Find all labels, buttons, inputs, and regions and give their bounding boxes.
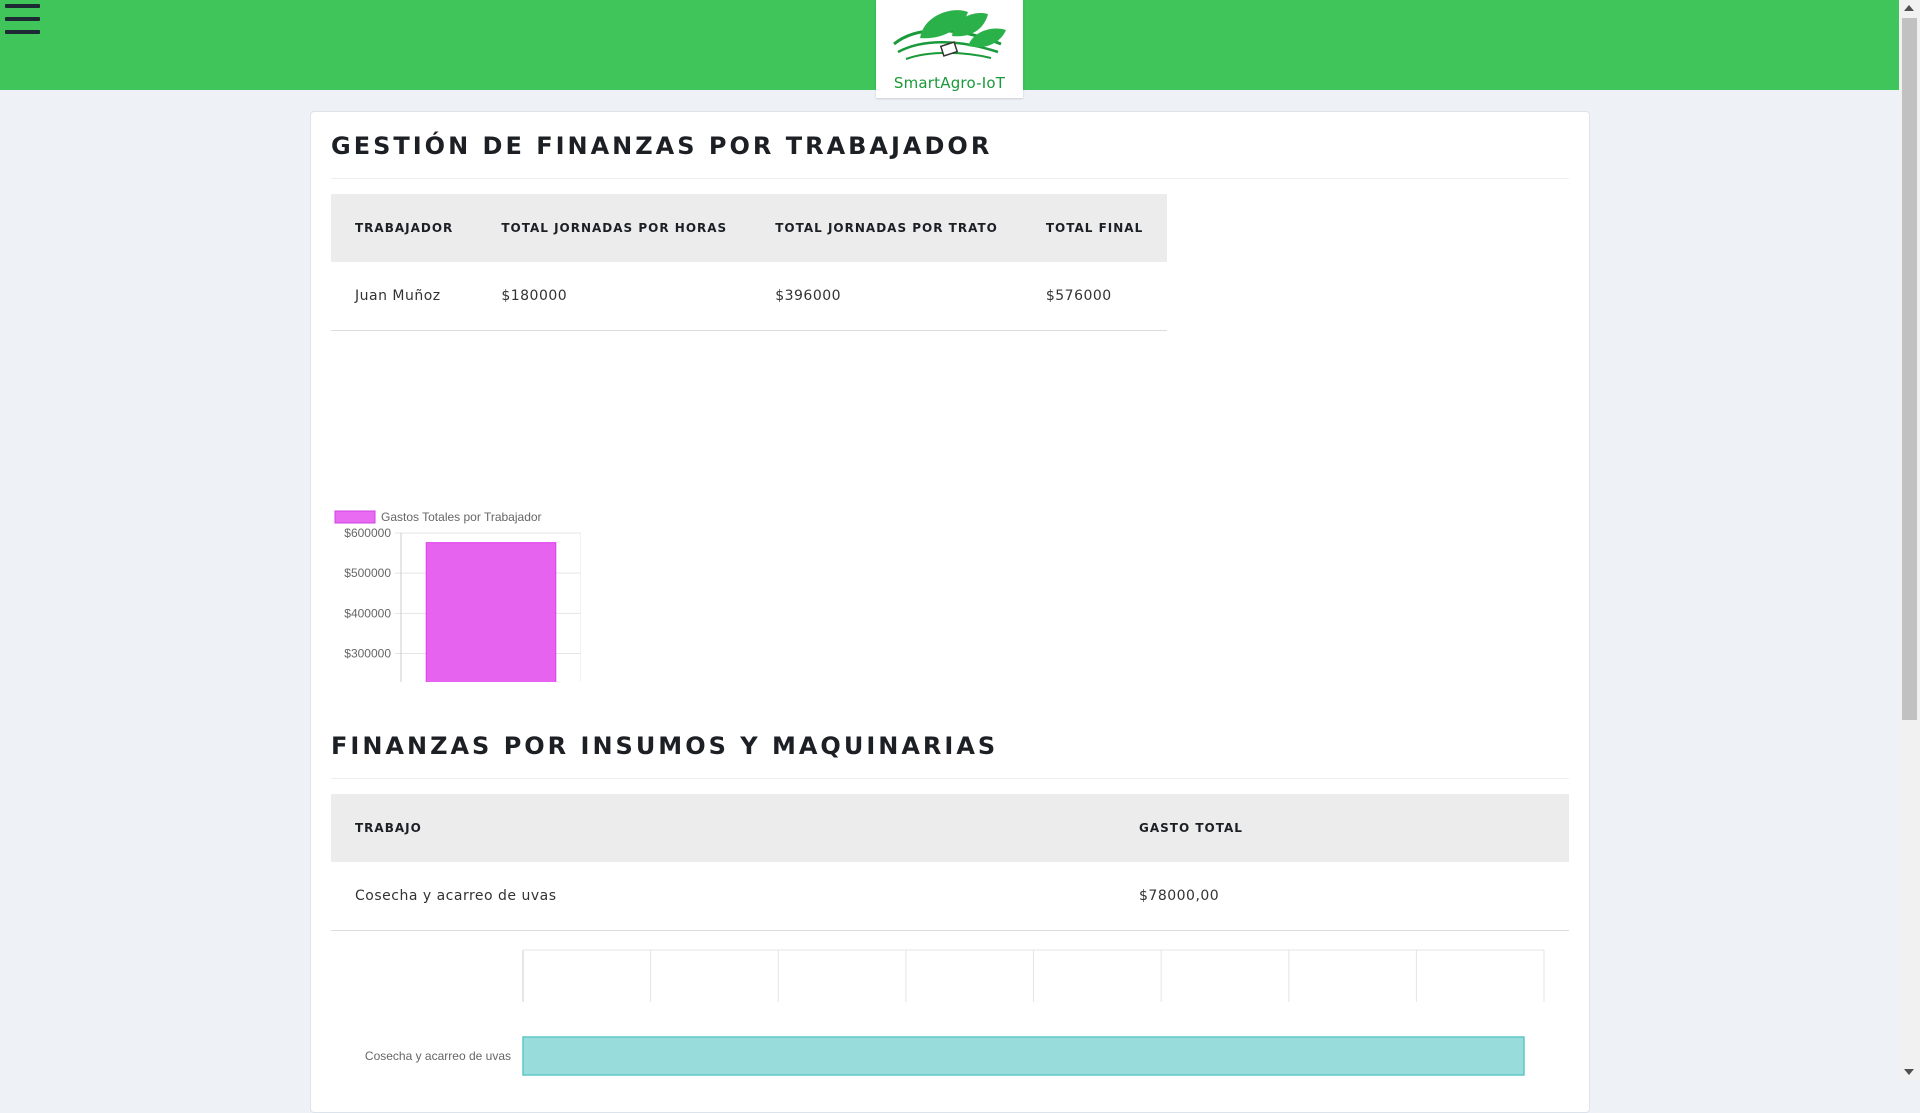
y-tick-label: $300000 <box>344 647 391 661</box>
cell-total-trato: $396000 <box>751 262 1022 331</box>
col-gasto-total: GASTO TOTAL <box>1115 794 1569 862</box>
leaf-logo-icon <box>893 10 1006 60</box>
col-trabajo: TRABAJO <box>331 794 1115 862</box>
workers-finance-table: TRABAJADOR TOTAL JORNADAS POR HORAS TOTA… <box>331 194 1168 331</box>
legend-label: Gastos Totales por Trabajador <box>381 510 542 524</box>
workers-finance-title: GESTIÓN DE FINANZAS POR TRABAJADOR <box>331 132 993 160</box>
col-total-final: TOTAL FINAL <box>1021 194 1168 262</box>
legend-swatch <box>334 510 376 524</box>
scroll-thumb[interactable] <box>1902 18 1917 720</box>
table-header-row: TRABAJO GASTO TOTAL <box>331 794 1569 862</box>
y-tick-label: $500000 <box>344 566 391 580</box>
hamburger-menu-icon[interactable] <box>5 4 40 34</box>
bar <box>425 542 557 682</box>
workers-expense-chart: Gastos Totales por Trabajador$0$100000$2… <box>334 510 581 682</box>
cell-trabajador: Juan Muñoz <box>331 262 478 331</box>
y-tick-label: Cosecha y acarreo de uvas <box>365 1049 511 1063</box>
y-tick-label: $400000 <box>344 606 391 620</box>
title-divider <box>331 778 1569 779</box>
main-card: GESTIÓN DE FINANZAS POR TRABAJADOR TRABA… <box>310 111 1590 1113</box>
cell-total-final: $576000 <box>1021 262 1168 331</box>
bar <box>522 1036 1525 1076</box>
cell-gasto-total: $78000,00 <box>1115 862 1569 931</box>
inputs-expense-chart: Cosecha y acarreo de uvas <box>365 949 1545 1076</box>
inputs-finance-table: TRABAJO GASTO TOTAL Cosecha y acarreo de… <box>331 794 1569 931</box>
brand-logo[interactable]: SmartAgro-IoT <box>876 0 1023 98</box>
col-total-trato: TOTAL JORNADAS POR TRATO <box>751 194 1022 262</box>
scroll-up-arrow-icon[interactable] <box>1904 5 1914 11</box>
cell-trabajo: Cosecha y acarreo de uvas <box>331 862 1115 931</box>
table-row: Juan Muñoz $180000 $396000 $576000 <box>331 262 1168 331</box>
table-row: Cosecha y acarreo de uvas $78000,00 <box>331 862 1569 931</box>
y-tick-label: $600000 <box>344 526 391 540</box>
table-header-row: TRABAJADOR TOTAL JORNADAS POR HORAS TOTA… <box>331 194 1168 262</box>
cell-total-horas: $180000 <box>477 262 752 331</box>
col-trabajador: TRABAJADOR <box>331 194 478 262</box>
inputs-finance-title: FINANZAS POR INSUMOS Y MAQUINARIAS <box>331 732 999 760</box>
col-total-horas: TOTAL JORNADAS POR HORAS <box>477 194 752 262</box>
scroll-down-arrow-icon[interactable] <box>1904 1069 1914 1075</box>
title-divider <box>331 178 1569 179</box>
vertical-scrollbar[interactable] <box>1899 0 1920 1080</box>
brand-name: SmartAgro-IoT <box>893 74 1006 92</box>
